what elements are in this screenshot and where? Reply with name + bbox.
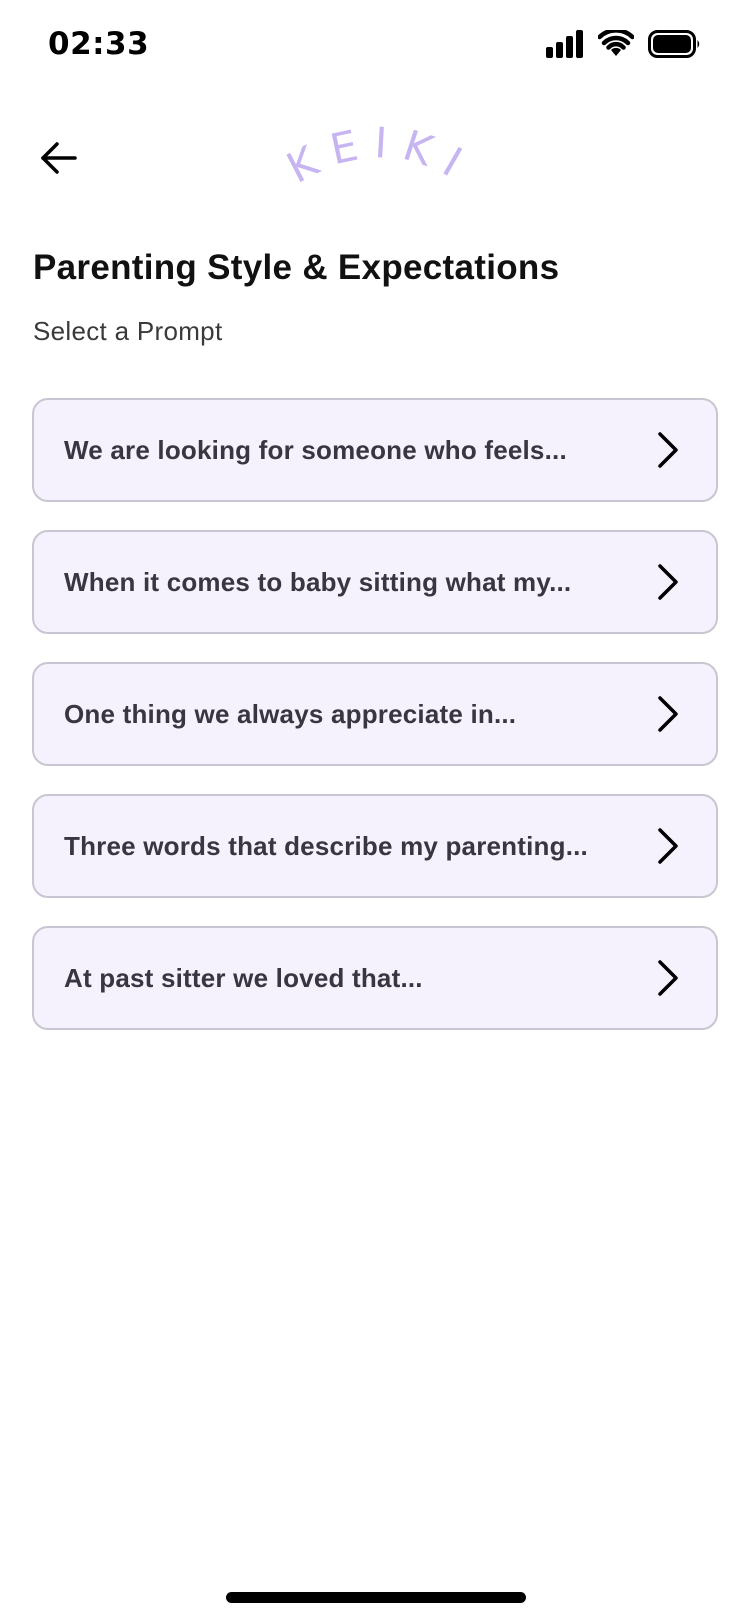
chevron-right-icon: [656, 695, 680, 733]
svg-text:KEIKI: KEIKI: [280, 120, 480, 193]
page-title: Parenting Style & Expectations: [33, 248, 560, 287]
chevron-right-icon: [656, 959, 680, 997]
chevron-right-icon: [656, 563, 680, 601]
prompt-item[interactable]: When it comes to baby sitting what my...: [32, 530, 718, 634]
prompt-item[interactable]: One thing we always appreciate in...: [32, 662, 718, 766]
back-button[interactable]: [30, 132, 86, 188]
status-icons: [546, 30, 702, 58]
page-subtitle: Select a Prompt: [33, 316, 223, 346]
prompt-label: Three words that describe my parenting..…: [64, 830, 588, 861]
arrow-left-icon: [39, 141, 77, 180]
chevron-right-icon: [656, 827, 680, 865]
prompt-label: At past sitter we loved that...: [64, 962, 423, 993]
status-bar: 02:33: [0, 0, 750, 96]
prompt-item[interactable]: At past sitter we loved that...: [32, 926, 718, 1030]
prompt-label: We are looking for someone who feels...: [64, 434, 567, 465]
status-time: 02:33: [48, 26, 150, 62]
chevron-right-icon: [656, 431, 680, 469]
prompt-item[interactable]: Three words that describe my parenting..…: [32, 794, 718, 898]
wifi-icon: [598, 30, 634, 58]
signal-icon: [546, 30, 584, 58]
home-indicator[interactable]: [226, 1592, 526, 1603]
prompt-label: When it comes to baby sitting what my...: [64, 566, 572, 597]
keiki-logo: KEIKI: [279, 118, 480, 210]
prompt-list: We are looking for someone who feels... …: [32, 398, 718, 1058]
header: KEIKI: [0, 110, 750, 220]
battery-icon: [648, 30, 702, 58]
prompt-item[interactable]: We are looking for someone who feels...: [32, 398, 718, 502]
prompt-label: One thing we always appreciate in...: [64, 698, 517, 729]
